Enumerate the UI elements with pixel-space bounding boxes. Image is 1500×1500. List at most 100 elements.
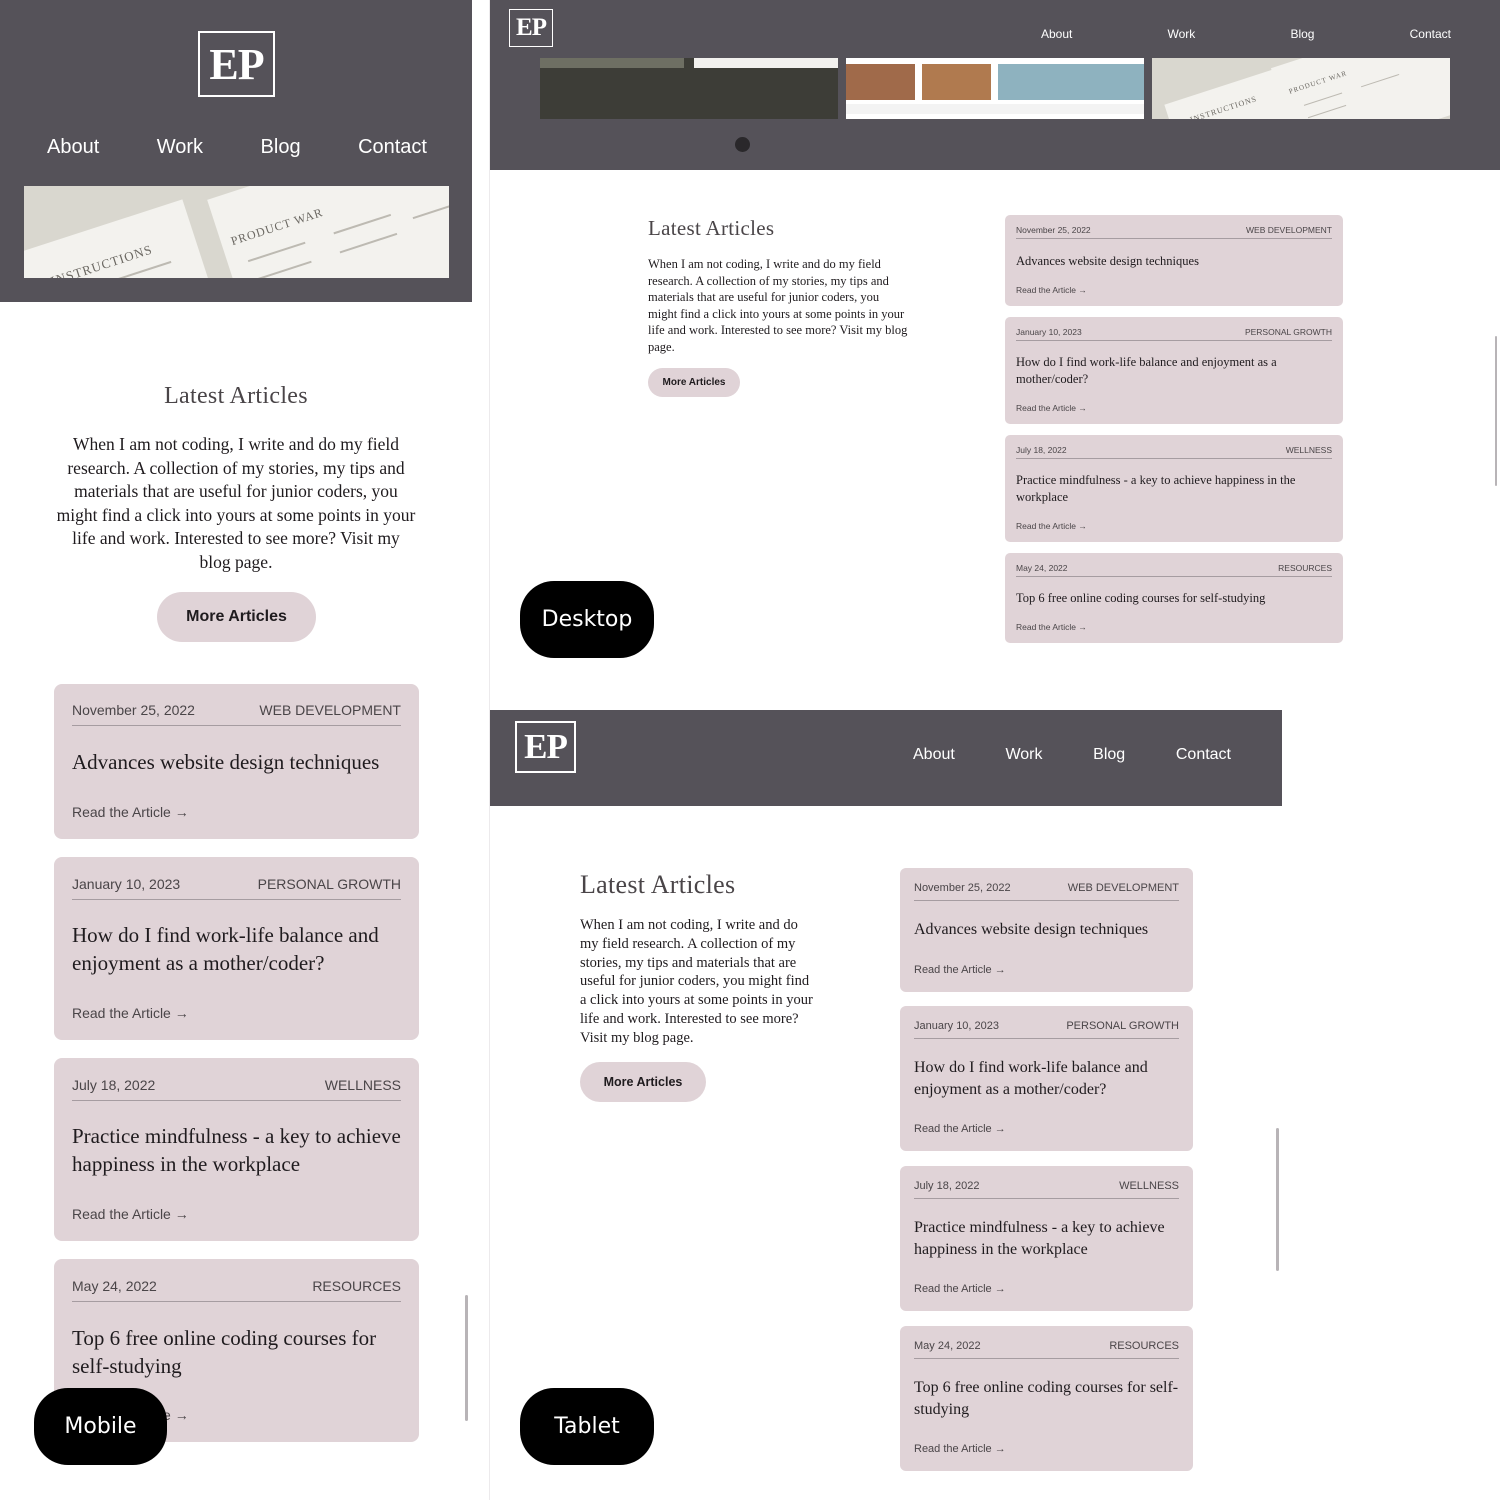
read-article-link[interactable]: Read the Article → <box>914 964 1006 976</box>
logo[interactable]: EP <box>509 9 553 47</box>
card-title[interactable]: Top 6 free online coding courses for sel… <box>72 1324 407 1380</box>
article-card[interactable]: July 18, 2022 WELLNESS Practice mindfuln… <box>1005 435 1343 542</box>
article-card[interactable]: July 18, 2022 WELLNESS Practice mindfuln… <box>54 1058 419 1241</box>
nav-work[interactable]: Work <box>1168 27 1196 41</box>
read-article-link[interactable]: Read the Article → <box>1016 622 1087 632</box>
food-photos-slide[interactable] <box>846 58 1144 119</box>
article-card[interactable]: May 24, 2022 RESOURCES Top 6 free online… <box>900 1326 1193 1471</box>
read-article-link[interactable]: Read the Article → <box>1016 521 1087 531</box>
article-card[interactable]: January 10, 2023 PERSONAL GROWTH How do … <box>54 857 419 1040</box>
paper-line <box>339 232 398 254</box>
read-article-link[interactable]: Read the Article → <box>72 1206 189 1222</box>
article-card[interactable]: May 24, 2022 RESOURCES Top 6 free online… <box>1005 553 1343 643</box>
tablet-preview: EP About Work Blog Contact Latest Articl… <box>490 710 1282 1500</box>
section-intro: When I am not coding, I write and do my … <box>56 434 416 572</box>
photo-tile <box>846 64 915 100</box>
slide-bar <box>540 58 684 68</box>
scrollbar[interactable] <box>465 1295 468 1421</box>
card-date: November 25, 2022 <box>72 702 195 718</box>
card-meta: May 24, 2022 RESOURCES <box>914 1340 1179 1359</box>
nav-blog[interactable]: Blog <box>1290 27 1314 41</box>
card-title[interactable]: How do I find work-life balance and enjo… <box>72 921 407 977</box>
card-title[interactable]: How do I find work-life balance and enjo… <box>914 1057 1179 1101</box>
logo[interactable]: EP <box>515 721 576 773</box>
scrollbar[interactable] <box>1276 1128 1279 1271</box>
article-card[interactable]: January 10, 2023 PERSONAL GROWTH How do … <box>1005 317 1343 424</box>
desktop-preview: EP About Work Blog Contact INSTRUCTIONS … <box>490 0 1500 690</box>
nav-about[interactable]: About <box>1041 27 1072 41</box>
more-articles-button[interactable]: More Articles <box>648 368 740 397</box>
read-article-link[interactable]: Read the Article → <box>1016 403 1087 413</box>
card-meta: November 25, 2022 WEB DEVELOPMENT <box>72 702 401 726</box>
card-meta: January 10, 2023 PERSONAL GROWTH <box>72 876 401 900</box>
card-title[interactable]: Practice mindfulness - a key to achieve … <box>1016 472 1326 506</box>
nav-contact[interactable]: Contact <box>1410 27 1451 41</box>
card-date: November 25, 2022 <box>914 882 1011 894</box>
logo[interactable]: EP <box>198 31 275 97</box>
card-meta: July 18, 2022 WELLNESS <box>914 1180 1179 1199</box>
paper-line <box>247 241 306 263</box>
project-slide[interactable] <box>540 58 838 119</box>
carousel-dot[interactable] <box>735 137 750 152</box>
nav-contact[interactable]: Contact <box>358 136 427 159</box>
read-article-link[interactable]: Read the Article → <box>914 1123 1006 1135</box>
main-nav: About Work Blog Contact <box>1041 27 1451 41</box>
card-title[interactable]: Top 6 free online coding courses for sel… <box>1016 590 1326 607</box>
nav-about[interactable]: About <box>913 746 955 764</box>
card-date: May 24, 2022 <box>72 1278 157 1294</box>
nav-blog[interactable]: Blog <box>261 136 301 159</box>
card-title[interactable]: Practice mindfulness - a key to achieve … <box>914 1217 1179 1261</box>
article-card[interactable]: November 25, 2022 WEB DEVELOPMENT Advanc… <box>900 868 1193 992</box>
scrollbar[interactable] <box>1495 336 1497 486</box>
article-card[interactable]: November 25, 2022 WEB DEVELOPMENT Advanc… <box>1005 215 1343 306</box>
card-category: RESOURCES <box>312 1278 401 1294</box>
card-title[interactable]: Advances website design techniques <box>72 748 407 776</box>
card-category: PERSONAL GROWTH <box>257 876 401 892</box>
card-title[interactable]: Top 6 free online coding courses for sel… <box>914 1377 1179 1421</box>
read-article-link[interactable]: Read the Article → <box>914 1443 1006 1455</box>
card-date: July 18, 2022 <box>914 1180 980 1192</box>
card-date: July 18, 2022 <box>1016 445 1067 455</box>
card-category: WELLNESS <box>1119 1180 1179 1192</box>
card-category: PERSONAL GROWTH <box>1066 1020 1179 1032</box>
instructions-text: INSTRUCTIONS <box>1188 94 1259 119</box>
card-date: May 24, 2022 <box>1016 563 1068 573</box>
card-title[interactable]: Advances website design techniques <box>914 919 1184 941</box>
photo-caption-bar <box>846 104 1144 114</box>
card-title[interactable]: How do I find work-life balance and enjo… <box>1016 354 1316 388</box>
article-card[interactable]: January 10, 2023 PERSONAL GROWTH How do … <box>900 1006 1193 1151</box>
nav-work[interactable]: Work <box>1005 746 1042 764</box>
paper-line <box>1307 104 1347 119</box>
article-card[interactable]: July 18, 2022 WELLNESS Practice mindfuln… <box>900 1166 1193 1311</box>
card-date: May 24, 2022 <box>914 1340 981 1352</box>
product-instructions-image[interactable]: INSTRUCTIONS PRODUCT WAR <box>1152 58 1450 119</box>
card-title[interactable]: Advances website design techniques <box>1016 253 1326 270</box>
main-nav: About Work Blog Contact <box>913 746 1231 764</box>
card-date: November 25, 2022 <box>1016 225 1091 235</box>
mobile-label: Mobile <box>34 1388 167 1465</box>
more-articles-button[interactable]: More Articles <box>157 592 316 642</box>
nav-contact[interactable]: Contact <box>1176 746 1231 764</box>
read-article-link[interactable]: Read the Article → <box>72 804 189 820</box>
mobile-preview: EP About Work Blog Contact INSTRUCTIONS … <box>0 0 472 1500</box>
paper-sheet-right: PRODUCT WAR <box>207 186 449 278</box>
desktop-header: EP About Work Blog Contact INSTRUCTIONS … <box>490 0 1500 170</box>
card-meta: May 24, 2022 RESOURCES <box>72 1278 401 1302</box>
card-meta: July 18, 2022 WELLNESS <box>1016 445 1332 459</box>
section-intro: When I am not coding, I write and do my … <box>648 257 908 354</box>
card-meta: January 10, 2023 PERSONAL GROWTH <box>1016 327 1332 341</box>
product-instructions-image[interactable]: INSTRUCTIONS PRODUCT WAR <box>24 186 449 278</box>
card-meta: November 25, 2022 WEB DEVELOPMENT <box>914 882 1179 901</box>
nav-work[interactable]: Work <box>157 136 203 159</box>
more-articles-button[interactable]: More Articles <box>580 1062 706 1102</box>
card-title[interactable]: Practice mindfulness - a key to achieve … <box>72 1122 407 1178</box>
card-meta: November 25, 2022 WEB DEVELOPMENT <box>1016 225 1332 239</box>
photo-tile <box>922 64 991 100</box>
card-category: RESOURCES <box>1109 1340 1179 1352</box>
read-article-link[interactable]: Read the Article → <box>1016 285 1087 295</box>
nav-blog[interactable]: Blog <box>1093 746 1125 764</box>
read-article-link[interactable]: Read the Article → <box>72 1005 189 1021</box>
read-article-link[interactable]: Read the Article → <box>914 1283 1006 1295</box>
nav-about[interactable]: About <box>47 136 99 159</box>
article-card[interactable]: November 25, 2022 WEB DEVELOPMENT Advanc… <box>54 684 419 839</box>
